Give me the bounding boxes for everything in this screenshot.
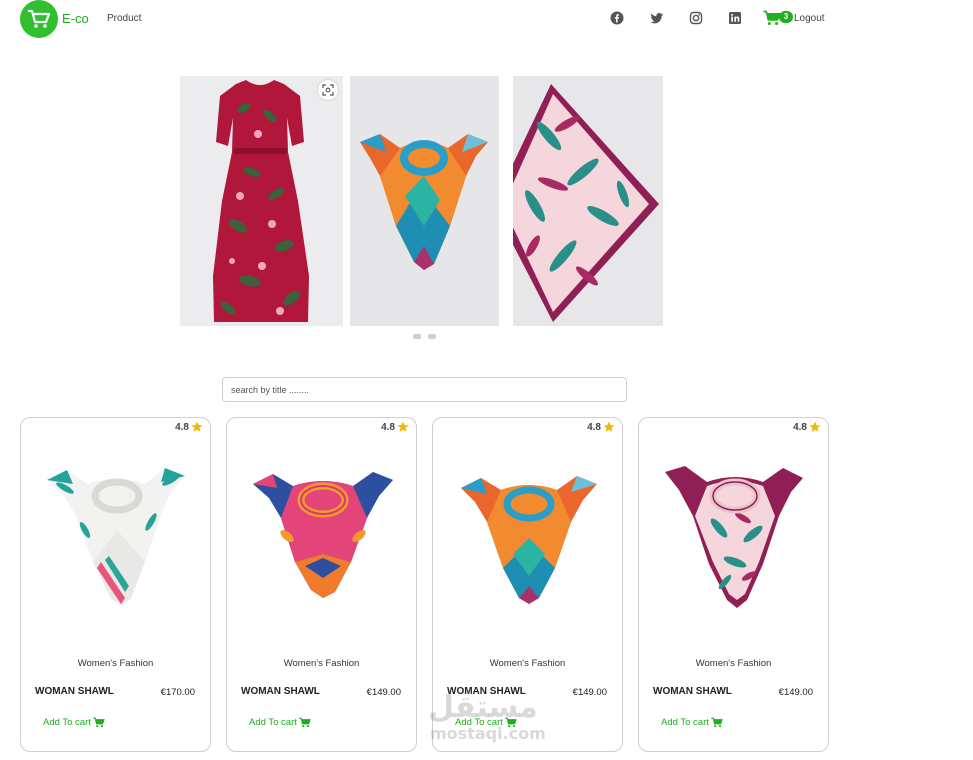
rating: 4.8 bbox=[587, 421, 615, 433]
product-category: Women's Fashion bbox=[695, 658, 772, 669]
navbar: E-co Product 3 Logout bbox=[0, 0, 973, 38]
carousel-slide-scarf-multicolor[interactable] bbox=[350, 76, 499, 326]
cart-count-badge: 3 bbox=[779, 11, 793, 23]
nav-link-product[interactable]: Product bbox=[107, 13, 141, 24]
dress-image bbox=[180, 76, 343, 326]
facebook-icon[interactable] bbox=[610, 11, 624, 25]
cart-icon bbox=[93, 717, 105, 728]
product-card[interactable]: 4.8 Women's Fashion WOMAN SHAWL €170.00 … bbox=[20, 417, 211, 752]
image-carousel[interactable] bbox=[180, 76, 663, 326]
product-category: Women's Fashion bbox=[77, 658, 154, 669]
watermark: مستقل bbox=[428, 690, 538, 725]
rating: 4.8 bbox=[381, 421, 409, 433]
add-to-cart-label: Add To cart bbox=[43, 717, 91, 728]
add-to-cart-button[interactable]: Add To cart bbox=[661, 717, 723, 728]
cart-logo-icon bbox=[28, 9, 51, 28]
star-icon bbox=[397, 421, 409, 432]
product-image bbox=[665, 466, 803, 608]
rating-value: 4.8 bbox=[793, 421, 807, 433]
add-to-cart-button[interactable]: Add To cart bbox=[43, 717, 105, 728]
rating-value: 4.8 bbox=[587, 421, 601, 433]
product-title[interactable]: WOMAN SHAWL bbox=[241, 686, 320, 697]
star-icon bbox=[191, 421, 203, 432]
add-to-cart-label: Add To cart bbox=[249, 717, 297, 728]
product-image bbox=[47, 468, 185, 606]
search-input[interactable] bbox=[222, 377, 627, 402]
twitter-icon[interactable] bbox=[650, 11, 664, 25]
scarf-pink-image bbox=[513, 76, 663, 326]
product-card[interactable]: 4.8 Women's Fashion WOMAN SHAWL €149.00 … bbox=[226, 417, 417, 752]
product-title[interactable]: WOMAN SHAWL bbox=[653, 686, 732, 697]
star-icon bbox=[603, 421, 615, 432]
zoom-icon bbox=[322, 84, 334, 96]
linkedin-icon[interactable] bbox=[728, 11, 742, 25]
instagram-icon[interactable] bbox=[689, 11, 703, 25]
rating: 4.8 bbox=[793, 421, 821, 433]
scarf-multicolor-image bbox=[350, 76, 499, 326]
carousel-indicators bbox=[413, 334, 437, 340]
cart-icon bbox=[711, 717, 723, 728]
rating-value: 4.8 bbox=[381, 421, 395, 433]
watermark-url: mostaqi.com bbox=[430, 724, 546, 743]
product-price: €170.00 bbox=[160, 687, 195, 698]
brand-name[interactable]: E-co bbox=[62, 11, 89, 26]
cart-icon bbox=[299, 717, 311, 728]
logout-link[interactable]: Logout bbox=[794, 13, 825, 24]
product-price: €149.00 bbox=[778, 687, 813, 698]
product-price: €149.00 bbox=[572, 687, 607, 698]
carousel-dot-1[interactable] bbox=[413, 334, 421, 339]
product-card[interactable]: 4.8 Women's Fashion WOMAN SHAWL €149.00 … bbox=[638, 417, 829, 752]
add-to-cart-button[interactable]: Add To cart bbox=[249, 717, 311, 728]
rating-value: 4.8 bbox=[175, 421, 189, 433]
carousel-slide-scarf-pink[interactable] bbox=[513, 76, 663, 326]
product-title[interactable]: WOMAN SHAWL bbox=[35, 686, 114, 697]
add-to-cart-label: Add To cart bbox=[661, 717, 709, 728]
carousel-dot-2[interactable] bbox=[428, 334, 436, 339]
product-category: Women's Fashion bbox=[283, 658, 360, 669]
carousel-slide-dress[interactable] bbox=[180, 76, 343, 326]
zoom-button[interactable] bbox=[318, 80, 338, 100]
product-image bbox=[253, 472, 393, 598]
star-icon bbox=[809, 421, 821, 432]
rating: 4.8 bbox=[175, 421, 203, 433]
product-category: Women's Fashion bbox=[489, 658, 566, 669]
logo[interactable] bbox=[20, 0, 58, 38]
product-price: €149.00 bbox=[366, 687, 401, 698]
cart-button[interactable]: 3 bbox=[763, 10, 793, 28]
product-image bbox=[461, 476, 597, 604]
